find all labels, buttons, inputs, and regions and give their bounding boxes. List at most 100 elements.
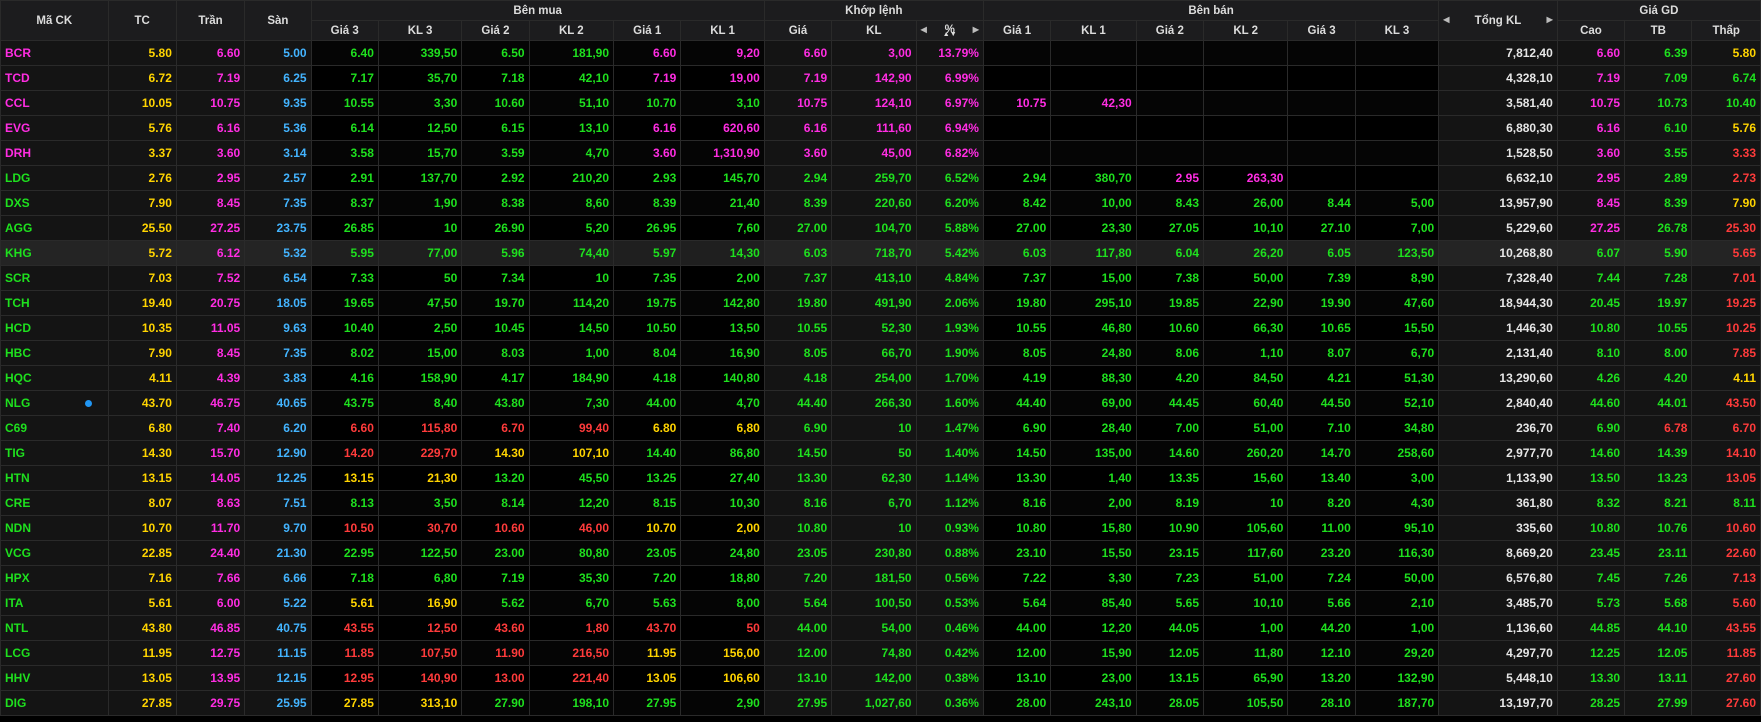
floor-price-cell: 2.57 (244, 165, 312, 191)
col-ask-price-2[interactable]: Giá 2 (1135, 20, 1205, 41)
table-row[interactable]: NTL 43.80 46.85 40.75 43.55 12,50 43.60 1,80 43.… (0, 615, 1761, 641)
col-bid-price-3[interactable]: Giá 3 (310, 20, 379, 41)
chevron-right-icon[interactable]: ▶ (1547, 15, 1555, 24)
table-row[interactable]: BCR 5.80 6.60 5.00 6.40 339,50 6.50 181,90 6.60 9… (0, 40, 1761, 66)
table-row[interactable]: EVG 5.76 6.16 5.36 6.14 12,50 6.15 13,10 6.16 620… (0, 115, 1761, 141)
symbol-cell[interactable]: VCG (0, 540, 109, 566)
ask-price-1-cell (982, 65, 1052, 91)
table-row[interactable]: LCG 11.95 12.75 11.15 11.85 107,50 11.90 216,50… (0, 640, 1761, 666)
table-row[interactable]: ITA 5.61 6.00 5.22 5.61 16,90 5.62 6,70 5.63 8,00… (0, 590, 1761, 616)
col-bid-price-1[interactable]: Giá 1 (613, 20, 682, 41)
col-ref[interactable]: TC (107, 0, 177, 41)
col-match-price[interactable]: Giá (763, 20, 833, 41)
symbol-cell[interactable]: NTL (0, 615, 109, 641)
bid-price-2-cell: 6.50 (461, 40, 530, 66)
symbol-cell[interactable]: HPX (0, 565, 109, 591)
symbol-cell[interactable]: C69 (0, 415, 109, 441)
col-ask-price-1[interactable]: Giá 1 (982, 20, 1052, 41)
symbol-cell[interactable]: CRE (0, 490, 109, 516)
table-row[interactable]: AGG 25.50 27.25 23.75 26.85 10 26.90 5,20 26.95 7… (0, 215, 1761, 241)
chevron-left-icon[interactable]: ◀ (1441, 15, 1449, 24)
bid-price-3-cell: 7.17 (310, 65, 379, 91)
symbol-cell[interactable]: NDN (0, 515, 109, 541)
bid-price-3-cell: 2.91 (310, 165, 379, 191)
table-row[interactable]: DRH 3.37 3.60 3.14 3.58 15,70 3.59 4,70 3.60 1,31… (0, 140, 1761, 166)
col-floor[interactable]: Sàn (244, 0, 312, 41)
col-high[interactable]: Cao (1556, 20, 1626, 41)
symbol-cell[interactable]: DXS (0, 190, 109, 216)
table-row[interactable]: TCD 6.72 7.19 6.25 7.17 35,70 7.18 42,10 7.19 19,… (0, 65, 1761, 91)
symbol-cell[interactable]: EVG (0, 115, 109, 141)
bid-vol-2-cell: 35,30 (528, 565, 615, 591)
table-row[interactable]: TCH 19.40 20.75 18.05 19.65 47,50 19.70 114,20 1… (0, 290, 1761, 316)
col-avg[interactable]: TB (1624, 20, 1693, 41)
symbol-cell[interactable]: HCD (0, 315, 109, 341)
low-price-cell: 27.60 (1691, 665, 1761, 691)
bid-vol-1-cell: 145,70 (680, 165, 765, 191)
ask-price-1-cell: 6.90 (982, 415, 1052, 441)
symbol-cell[interactable]: HBC (0, 340, 109, 366)
table-row[interactable]: HPX 7.16 7.66 6.66 7.18 6,80 7.19 35,30 7.20 18,8… (0, 565, 1761, 591)
sort-icon[interactable]: ▲▼ (943, 31, 957, 38)
ref-price-cell: 19.40 (107, 290, 177, 316)
floor-price-cell: 6.54 (244, 265, 312, 291)
col-bid-vol-3[interactable]: KL 3 (377, 20, 463, 41)
col-bid-price-2[interactable]: Giá 2 (461, 20, 530, 41)
symbol-cell[interactable]: ITA (0, 590, 109, 616)
col-ask-vol-3[interactable]: KL 3 (1354, 20, 1440, 41)
symbol-cell[interactable]: TIG (0, 440, 109, 466)
col-total-volume[interactable]: ◀ Tổng KL ▶ (1438, 0, 1558, 41)
symbol-cell[interactable]: TCD (0, 65, 109, 91)
match-price-cell: 6.16 (763, 115, 833, 141)
board-rows: BCR 5.80 6.60 5.00 6.40 339,50 6.50 181,90 6.60 9… (0, 40, 1761, 716)
table-row[interactable]: KHG 5.72 6.12 5.32 5.95 77,00 5.96 74,40 5.97 14,… (0, 240, 1761, 266)
col-bid-vol-1[interactable]: KL 1 (680, 20, 765, 41)
col-ask-price-3[interactable]: Giá 3 (1287, 20, 1356, 41)
table-row[interactable]: DXS 7.90 8.45 7.35 8.37 1,90 8.38 8,60 8.39 21,40… (0, 190, 1761, 216)
table-row[interactable]: C69 6.80 7.40 6.20 6.60 115,80 6.70 99,40 6.80 6,… (0, 415, 1761, 441)
symbol-cell[interactable]: HTN (0, 465, 109, 491)
ceiling-price-cell: 7.52 (175, 265, 246, 291)
col-low[interactable]: Thấp (1691, 20, 1761, 41)
table-row[interactable]: CCL 10.05 10.75 9.35 10.55 3,30 10.60 51,10 10.7… (0, 90, 1761, 116)
symbol-cell[interactable]: SCR (0, 265, 109, 291)
table-row[interactable]: HBC 7.90 8.45 7.35 8.02 15,00 8.03 1,00 8.04 16,9… (0, 340, 1761, 366)
symbol-cell[interactable]: KHG (0, 240, 109, 266)
table-row[interactable]: DIG 27.85 29.75 25.95 27.85 313,10 27.90 198,10… (0, 690, 1761, 716)
table-row[interactable]: SCR 7.03 7.52 6.54 7.33 50 7.34 10 7.35 2,00 7.37 4… (0, 265, 1761, 291)
col-ask-vol-1[interactable]: KL 1 (1050, 20, 1137, 41)
table-row[interactable]: NLG 43.70 46.75 40.65 43.75 8,40 43.80 7,30 44.0… (0, 390, 1761, 416)
table-row[interactable]: VCG 22.85 24.40 21.30 22.95 122,50 23.00 80,80 2… (0, 540, 1761, 566)
table-row[interactable]: HQC 4.11 4.39 3.83 4.16 158,90 4.17 184,90 4.18 1… (0, 365, 1761, 391)
col-ask-vol-2[interactable]: KL 2 (1202, 20, 1289, 41)
table-row[interactable]: LDG 2.76 2.95 2.57 2.91 137,70 2.92 210,20 2.93 1… (0, 165, 1761, 191)
ask-vol-3-cell (1354, 115, 1440, 141)
symbol-cell[interactable]: HQC (0, 365, 109, 391)
table-row[interactable]: HCD 10.35 11.05 9.63 10.40 2,50 10.45 14,50 10.5… (0, 315, 1761, 341)
symbol-cell[interactable]: BCR (0, 40, 109, 66)
symbol-cell[interactable]: LDG (0, 165, 109, 191)
ref-price-cell: 2.76 (107, 165, 177, 191)
col-match-vol[interactable]: KL (831, 20, 917, 41)
col-symbol[interactable]: Mã CK (0, 0, 109, 41)
symbol-cell[interactable]: CCL (0, 90, 109, 116)
low-price-cell: 6.74 (1691, 65, 1761, 91)
symbol-cell[interactable]: HHV (0, 665, 109, 691)
col-match-percent[interactable]: ◀ % ▶ ▲▼ (915, 20, 984, 41)
chevron-right-icon[interactable]: ▶ (973, 25, 981, 34)
match-vol-cell: 142,90 (831, 65, 917, 91)
chevron-left-icon[interactable]: ◀ (919, 25, 927, 34)
symbol-cell[interactable]: DRH (0, 140, 109, 166)
table-row[interactable]: NDN 10.70 11.70 9.70 10.50 30,70 10.60 46,00 10.… (0, 515, 1761, 541)
table-row[interactable]: CRE 8.07 8.63 7.51 8.13 3,50 8.14 12,20 8.15 10,3… (0, 490, 1761, 516)
col-bid-vol-2[interactable]: KL 2 (528, 20, 615, 41)
table-row[interactable]: HHV 13.05 13.95 12.15 12.95 140,90 13.00 221,40… (0, 665, 1761, 691)
symbol-cell[interactable]: NLG (0, 390, 109, 416)
symbol-cell[interactable]: TCH (0, 290, 109, 316)
symbol-cell[interactable]: LCG (0, 640, 109, 666)
symbol-cell[interactable]: AGG (0, 215, 109, 241)
symbol-cell[interactable]: DIG (0, 690, 109, 716)
table-row[interactable]: TIG 14.30 15.70 12.90 14.20 229,70 14.30 107,10… (0, 440, 1761, 466)
col-ceiling[interactable]: Trần (175, 0, 246, 41)
table-row[interactable]: HTN 13.15 14.05 12.25 13.15 21,30 13.20 45,50 13… (0, 465, 1761, 491)
